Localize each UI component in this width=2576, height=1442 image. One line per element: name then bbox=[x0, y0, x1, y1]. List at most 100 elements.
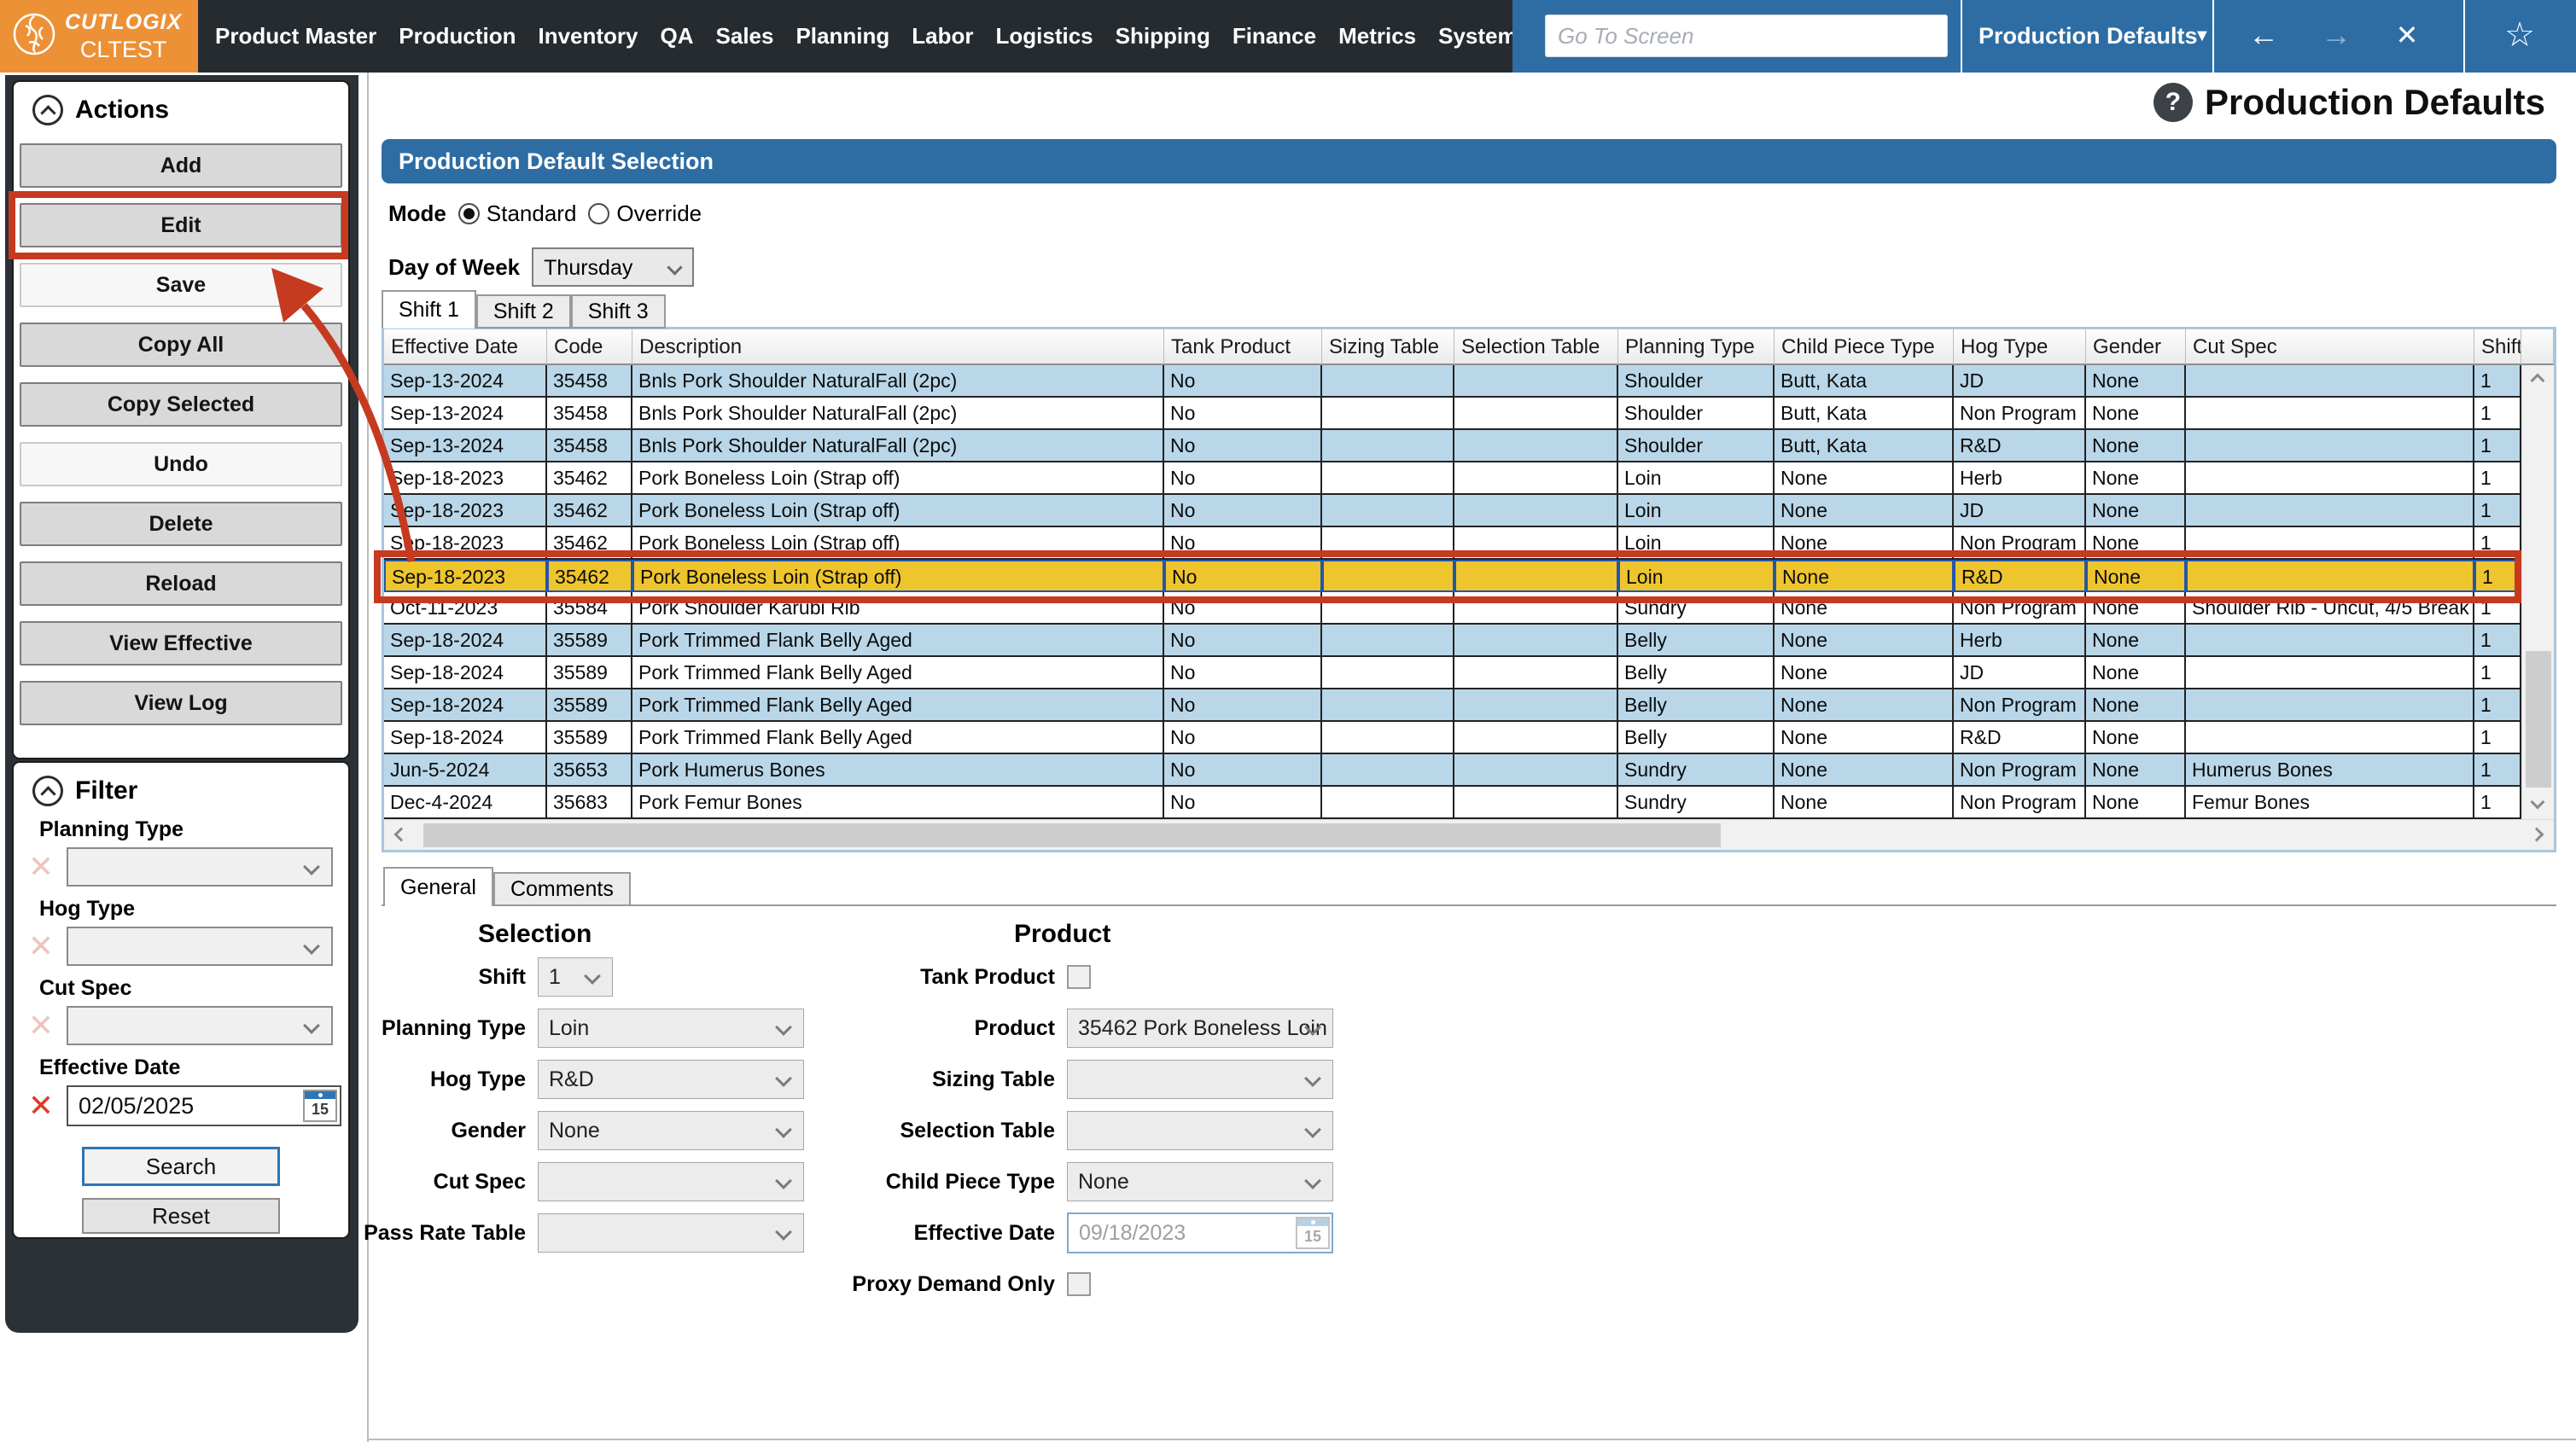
table-row-selected[interactable]: Sep-18-2023 35462 Pork Boneless Loin (Stra… bbox=[384, 560, 2521, 592]
table-row[interactable]: Sep-13-2024 35458 Bnls Pork Shoulder Natur… bbox=[384, 430, 2521, 462]
column-header-hog-type[interactable]: Hog Type bbox=[1954, 329, 2086, 365]
add-button[interactable]: Add bbox=[20, 143, 342, 188]
screen-selector[interactable]: Production Defaults bbox=[1979, 0, 2198, 73]
column-header-description[interactable]: Description bbox=[632, 329, 1164, 365]
tab-general[interactable]: General bbox=[383, 867, 493, 906]
column-header-sizing-table[interactable]: Sizing Table bbox=[1322, 329, 1454, 365]
reload-button[interactable]: Reload bbox=[20, 561, 342, 606]
tab-comments[interactable]: Comments bbox=[492, 872, 631, 906]
cut-spec-select[interactable] bbox=[538, 1162, 804, 1201]
scroll-right-icon[interactable] bbox=[2529, 827, 2544, 842]
sizing-table-select[interactable] bbox=[1067, 1060, 1333, 1099]
grid-vertical-scrollbar[interactable] bbox=[2521, 365, 2554, 819]
delete-button[interactable]: Delete bbox=[20, 502, 342, 546]
back-arrow-icon[interactable]: ← bbox=[2238, 0, 2289, 73]
day-of-week-select[interactable]: Thursday bbox=[532, 247, 695, 287]
table-row[interactable]: Sep-18-2023 35462 Pork Boneless Loin (Stra… bbox=[384, 527, 2521, 560]
proxy-demand-only-checkbox[interactable] bbox=[1067, 1272, 1091, 1296]
tank-product-checkbox[interactable] bbox=[1067, 965, 1091, 989]
column-header-shift[interactable]: Shift bbox=[2474, 329, 2521, 365]
copy-selected-button[interactable]: Copy Selected bbox=[20, 382, 342, 427]
table-row[interactable]: Sep-18-2024 35589 Pork Trimmed Flank Belly… bbox=[384, 722, 2521, 754]
collapse-filter-icon[interactable] bbox=[32, 776, 63, 806]
nav-item-sales[interactable]: Sales bbox=[716, 23, 774, 49]
reset-button[interactable]: Reset bbox=[82, 1198, 280, 1234]
scroll-left-icon[interactable] bbox=[393, 827, 409, 842]
forward-arrow-icon[interactable]: → bbox=[2311, 0, 2362, 73]
table-row[interactable]: Sep-18-2024 35589 Pork Trimmed Flank Belly… bbox=[384, 657, 2521, 689]
edit-button[interactable]: Edit bbox=[20, 203, 342, 247]
table-row[interactable]: Sep-18-2024 35589 Pork Trimmed Flank Belly… bbox=[384, 625, 2521, 657]
effective-date-filter-input[interactable] bbox=[67, 1085, 341, 1126]
table-row[interactable]: Dec-4-2024 35683 Pork Femur Bones No Sundry N… bbox=[384, 787, 2521, 819]
nav-item-inventory[interactable]: Inventory bbox=[538, 23, 638, 49]
nav-item-metrics[interactable]: Metrics bbox=[1338, 23, 1416, 49]
column-header-code[interactable]: Code bbox=[547, 329, 632, 365]
clear-planning-type-icon[interactable]: ✕ bbox=[20, 848, 61, 886]
table-row[interactable]: Sep-18-2023 35462 Pork Boneless Loin (Stra… bbox=[384, 495, 2521, 527]
nav-item-labor[interactable]: Labor bbox=[912, 23, 973, 49]
column-header-effective-date[interactable]: Effective Date bbox=[384, 329, 547, 365]
planning-type-filter-select[interactable] bbox=[67, 847, 333, 887]
nav-item-planning[interactable]: Planning bbox=[796, 23, 889, 49]
collapse-actions-icon[interactable] bbox=[32, 95, 63, 125]
scroll-up-icon[interactable] bbox=[2530, 373, 2545, 388]
child-piece-type-select[interactable]: None bbox=[1067, 1162, 1333, 1201]
copy-all-button[interactable]: Copy All bbox=[20, 323, 342, 367]
hog-type-select[interactable]: R&D bbox=[538, 1060, 804, 1099]
mode-option-standard[interactable]: Standard bbox=[458, 201, 576, 227]
table-row[interactable]: Sep-18-2024 35589 Pork Trimmed Flank Belly… bbox=[384, 689, 2521, 722]
grid-horizontal-scrollbar[interactable] bbox=[384, 819, 2554, 850]
go-to-screen-input[interactable] bbox=[1545, 15, 1948, 57]
effective-date-input[interactable] bbox=[1067, 1212, 1333, 1253]
search-button[interactable]: Search bbox=[82, 1147, 280, 1186]
shift-select[interactable]: 1 bbox=[538, 957, 613, 997]
help-icon[interactable]: ? bbox=[2153, 83, 2193, 122]
nav-item-system[interactable]: System bbox=[1438, 23, 1518, 49]
close-screen-icon[interactable]: ✕ bbox=[2381, 0, 2433, 73]
scroll-down-icon[interactable] bbox=[2530, 794, 2545, 810]
column-header-gender[interactable]: Gender bbox=[2086, 329, 2186, 365]
scrollbar-thumb[interactable] bbox=[423, 823, 1721, 847]
nav-item-qa[interactable]: QA bbox=[661, 23, 694, 49]
scrollbar-thumb[interactable] bbox=[2526, 651, 2551, 788]
column-header-planning-type[interactable]: Planning Type bbox=[1618, 329, 1775, 365]
tab-shift-3[interactable]: Shift 3 bbox=[570, 294, 666, 329]
undo-button[interactable]: Undo bbox=[20, 442, 342, 486]
product-select[interactable]: 35462 Pork Boneless Loin (S bbox=[1067, 1009, 1333, 1048]
table-row[interactable]: Jun-5-2024 35653 Pork Humerus Bones No Sundr… bbox=[384, 754, 2521, 787]
table-row[interactable]: Sep-13-2024 35458 Bnls Pork Shoulder Natur… bbox=[384, 398, 2521, 430]
table-row[interactable]: Sep-13-2024 35458 Bnls Pork Shoulder Natur… bbox=[384, 365, 2521, 398]
selection-table-select[interactable] bbox=[1067, 1111, 1333, 1150]
save-button[interactable]: Save bbox=[20, 263, 342, 307]
nav-item-product-master[interactable]: Product Master bbox=[215, 23, 376, 49]
nav-item-shipping[interactable]: Shipping bbox=[1116, 23, 1210, 49]
clear-effective-date-icon[interactable]: ✕ bbox=[20, 1087, 61, 1125]
gender-select[interactable]: None bbox=[538, 1111, 804, 1150]
cut-spec-filter-select[interactable] bbox=[67, 1006, 333, 1045]
view-effective-button[interactable]: View Effective bbox=[20, 621, 342, 666]
column-header-tank-product[interactable]: Tank Product bbox=[1164, 329, 1322, 365]
table-row[interactable]: Oct-11-2023 35584 Pork Shoulder Karubi Rib… bbox=[384, 592, 2521, 625]
hog-type-filter-select[interactable] bbox=[67, 927, 333, 966]
column-header-selection-table[interactable]: Selection Table bbox=[1454, 329, 1618, 365]
favorite-star-icon[interactable]: ☆ bbox=[2494, 0, 2545, 73]
column-header-child-piece-type[interactable]: Child Piece Type bbox=[1775, 329, 1954, 365]
table-row[interactable]: Sep-18-2023 35462 Pork Boneless Loin (Stra… bbox=[384, 462, 2521, 495]
column-header-cut-spec[interactable]: Cut Spec bbox=[2186, 329, 2474, 365]
tab-shift-2[interactable]: Shift 2 bbox=[475, 294, 571, 329]
clear-cut-spec-icon[interactable]: ✕ bbox=[20, 1007, 61, 1044]
screen-selector-caret-icon[interactable]: ▼ bbox=[2194, 0, 2211, 73]
radio-override-icon[interactable] bbox=[588, 203, 610, 224]
view-log-button[interactable]: View Log bbox=[20, 681, 342, 725]
radio-standard-icon[interactable] bbox=[458, 203, 480, 224]
clear-hog-type-icon[interactable]: ✕ bbox=[20, 927, 61, 965]
planning-type-select[interactable]: Loin bbox=[538, 1009, 804, 1048]
nav-item-finance[interactable]: Finance bbox=[1233, 23, 1316, 49]
calendar-icon[interactable]: 15 bbox=[1296, 1217, 1330, 1249]
nav-item-logistics[interactable]: Logistics bbox=[995, 23, 1093, 49]
calendar-icon[interactable]: 15 bbox=[303, 1090, 337, 1122]
nav-item-production[interactable]: Production bbox=[399, 23, 516, 49]
pass-rate-table-select[interactable] bbox=[538, 1213, 804, 1253]
mode-option-override[interactable]: Override bbox=[588, 201, 702, 227]
